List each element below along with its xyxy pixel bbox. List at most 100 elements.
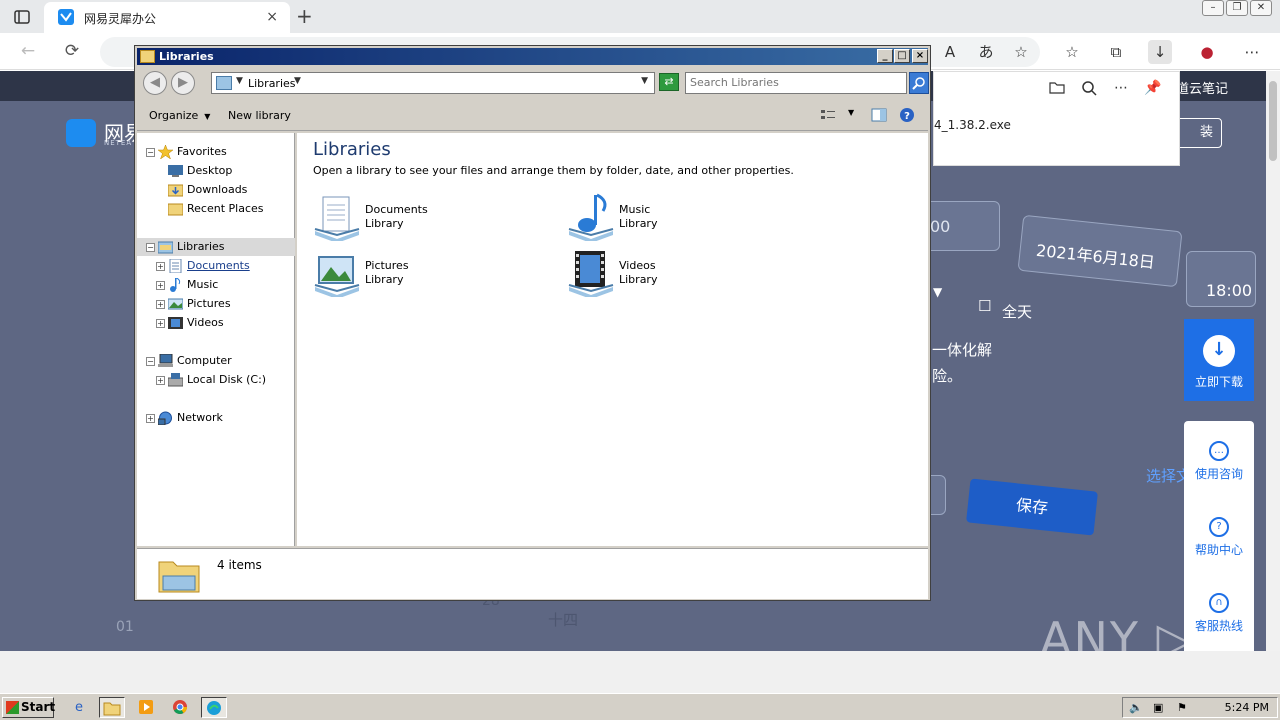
window-maximize-button[interactable]: □ [894,49,910,63]
more-options-icon[interactable]: ⋯ [1112,80,1130,98]
internet-explorer-icon[interactable]: e [66,697,92,718]
local-disk-icon [167,373,184,387]
breadcrumb-libraries[interactable]: Libraries [248,77,296,90]
downloads-folder-icon [167,183,184,197]
library-music[interactable]: Music Library [567,193,797,245]
system-tray: 🔈 ▣ ⚑ 5:24 PM [1122,697,1278,718]
network-tray-icon[interactable]: ▣ [1153,701,1163,714]
documents-library-icon [313,193,361,243]
volume-icon[interactable]: 🔈 [1129,701,1143,714]
close-window-button[interactable]: ✕ [1250,0,1272,16]
tree-music[interactable]: + Music [137,276,295,294]
more-menu-icon[interactable]: ⋯ [1240,40,1264,64]
topbar-link[interactable]: 道云笔记 [1176,78,1228,97]
expand-icon[interactable]: + [146,414,155,423]
expand-icon[interactable]: + [156,281,165,290]
collapse-icon[interactable]: − [146,243,155,252]
scrollbar-thumb[interactable] [1269,81,1277,161]
address-dropdown-icon[interactable]: ▼ [641,76,648,86]
chrome-icon[interactable] [167,697,193,718]
expand-icon[interactable]: + [156,262,165,271]
explorer-taskbar-icon[interactable] [99,697,125,718]
tree-computer[interactable]: − Computer [137,352,295,370]
library-pictures[interactable]: Pictures Library [313,249,543,301]
clock[interactable]: 5:24 PM [1225,701,1269,714]
window-close-button[interactable]: × [912,49,928,63]
tree-music-label: Music [187,278,219,291]
consult-item[interactable]: … 使用咨询 [1184,441,1254,482]
window-minimize-button[interactable]: _ [877,49,893,63]
new-tab-button[interactable]: + [296,4,313,28]
tree-videos[interactable]: + Videos [137,314,295,332]
browser-tab-active[interactable]: 网易灵犀办公 × [44,2,290,33]
profile-avatar-icon[interactable]: ● [1195,40,1219,64]
organize-button[interactable]: Organize ▼ [149,109,210,122]
libraries-icon [157,240,174,254]
expand-icon[interactable]: + [156,319,165,328]
window-controls: – ❐ ✕ [1200,0,1272,16]
tree-favorites-label: Favorites [177,145,227,158]
window-title: Libraries [159,50,214,63]
content-pane: Libraries Open a library to see your fil… [297,133,928,546]
back-arrow-icon[interactable]: ◀ [143,71,167,95]
search-downloads-icon[interactable] [1080,80,1098,98]
minimize-button[interactable]: – [1202,0,1224,16]
tree-documents[interactable]: + Documents [137,257,295,275]
help-center-item[interactable]: ? 帮助中心 [1184,517,1254,558]
view-options-chevron-icon[interactable]: ▼ [848,108,854,117]
edge-icon[interactable] [201,697,227,718]
open-folder-icon[interactable] [1048,80,1066,98]
action-center-icon[interactable]: ⚑ [1177,701,1187,714]
library-pictures-kind: Library [365,273,404,286]
svg-text:?: ? [904,111,910,122]
side-download-button[interactable]: ↓ 立即下载 [1184,319,1254,401]
tree-local-disk[interactable]: + Local Disk (C:) [137,371,295,389]
media-player-icon[interactable] [133,697,159,718]
preview-pane-icon[interactable] [870,107,888,123]
search-icon[interactable] [909,72,929,94]
library-documents[interactable]: Documents Library [313,193,543,245]
start-button[interactable]: Start [2,697,55,718]
translate-icon[interactable]: あ [974,40,998,64]
tree-pictures[interactable]: + Pictures [137,295,295,313]
organize-label: Organize [149,109,199,122]
forward-arrow-icon[interactable]: ▶ [171,71,195,95]
library-music-kind: Library [619,217,658,230]
collections-icon[interactable]: ⧉ [1104,40,1128,64]
favorites-icon[interactable]: ☆ [1060,40,1084,64]
breadcrumb-chevron-icon[interactable]: ▼ [294,76,301,86]
command-bar: Organize ▼ New library ▼ ? [137,99,928,131]
search-field[interactable] [685,72,907,94]
collapse-icon[interactable]: − [146,357,155,366]
reload-button[interactable]: ⟳ [60,40,84,64]
expand-icon[interactable]: + [156,376,165,385]
new-library-button[interactable]: New library [228,109,291,122]
pin-icon[interactable]: 📌 [1144,80,1162,98]
read-aloud-icon[interactable]: A [938,40,962,64]
tab-actions-icon[interactable] [12,7,32,27]
collapse-icon[interactable]: − [146,148,155,157]
chevron-down-icon[interactable]: ▼ [236,76,243,86]
breadcrumb[interactable]: ▼ Libraries ▼ ▼ [211,72,655,94]
page-scrollbar[interactable] [1266,71,1280,651]
change-view-icon[interactable] [819,107,837,123]
tree-desktop[interactable]: Desktop [137,162,295,180]
tree-favorites[interactable]: − Favorites [137,143,295,161]
maximize-button[interactable]: ❐ [1226,0,1248,16]
library-videos[interactable]: Videos Library [567,249,797,301]
window-titlebar[interactable]: Libraries _ □ × [137,48,928,65]
expand-icon[interactable]: + [156,300,165,309]
refresh-icon[interactable]: ⇄ [659,73,679,91]
allday-checkbox: ☐ [978,297,992,315]
back-button[interactable]: ← [16,40,40,64]
tree-network[interactable]: + Network [137,409,295,427]
download-file-name[interactable]: 4_1.38.2.exe [934,118,1011,132]
help-icon[interactable]: ? [898,107,916,123]
tree-downloads[interactable]: Downloads [137,181,295,199]
search-input[interactable] [690,76,902,89]
downloads-icon[interactable]: ↓ [1148,40,1172,64]
tree-libraries[interactable]: − Libraries [137,238,295,256]
tab-close-icon[interactable]: × [266,9,278,25]
add-favorite-icon[interactable]: ☆ [1009,40,1033,64]
tree-recent-places[interactable]: Recent Places [137,200,295,218]
